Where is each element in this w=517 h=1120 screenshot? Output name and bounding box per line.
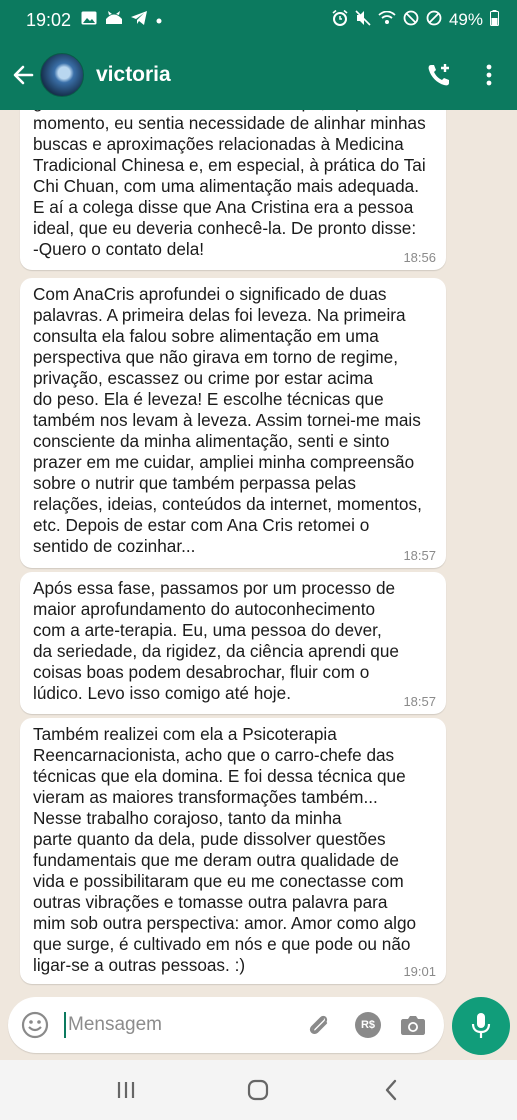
status-time: 19:02 [26,9,72,30]
message-text: Com AnaCris aprofundei o significado de … [33,284,422,556]
system-nav-bar [0,1060,517,1120]
chat-header: victoria [0,40,517,110]
mic-icon[interactable] [452,997,510,1055]
battery-icon [490,9,499,31]
image-icon [81,11,97,29]
message-bubble[interactable]: gesto de dieta. Mas ao mesmo tempo, naqu… [20,110,446,270]
message-bubble[interactable]: Também realizei com ela a Psicoterapia R… [20,718,446,984]
message-time: 19:01 [403,964,436,979]
composer: Mensagem R$ [0,995,517,1057]
telegram-icon [131,11,148,29]
payment-label: R$ [355,1012,381,1038]
blocked-icon [426,10,442,31]
contact-name[interactable]: victoria [96,63,171,87]
avatar[interactable] [40,53,84,97]
back-icon[interactable] [361,1065,421,1115]
text-caret [64,1012,66,1038]
no-disturb-icon [403,10,419,31]
cat-icon [105,11,123,29]
wifi-icon [378,10,396,30]
mute-icon [355,9,371,31]
message-text: Após essa fase, passamos por um processo… [33,578,399,703]
emoji-icon[interactable] [20,1010,50,1040]
status-bar: 19:02 49% [0,0,517,40]
recent-apps-icon[interactable] [96,1065,156,1115]
back-arrow-icon[interactable] [6,58,40,92]
dot-icon [155,12,163,29]
message-input-container: Mensagem R$ [8,997,444,1053]
message-bubble[interactable]: Após essa fase, passamos por um processo… [20,572,446,714]
message-text: gesto de dieta. Mas ao mesmo tempo, naqu… [33,110,426,259]
alarm-icon [332,9,348,31]
message-text: Também realizei com ela a Psicoterapia R… [33,724,417,975]
message-time: 18:57 [403,694,436,709]
message-list[interactable]: gesto de dieta. Mas ao mesmo tempo, naqu… [0,110,517,990]
message-time: 18:56 [403,250,436,265]
message-input[interactable]: Mensagem [68,1014,162,1036]
add-call-icon[interactable] [419,55,459,95]
payment-icon[interactable]: R$ [354,1005,382,1045]
message-bubble[interactable]: Com AnaCris aprofundei o significado de … [20,278,446,568]
message-time: 18:57 [403,548,436,563]
paperclip-icon[interactable] [302,1005,336,1045]
home-icon[interactable] [228,1065,288,1115]
battery-level: 49% [448,10,483,29]
more-vert-icon[interactable] [477,55,501,95]
camera-icon[interactable] [398,1005,428,1045]
